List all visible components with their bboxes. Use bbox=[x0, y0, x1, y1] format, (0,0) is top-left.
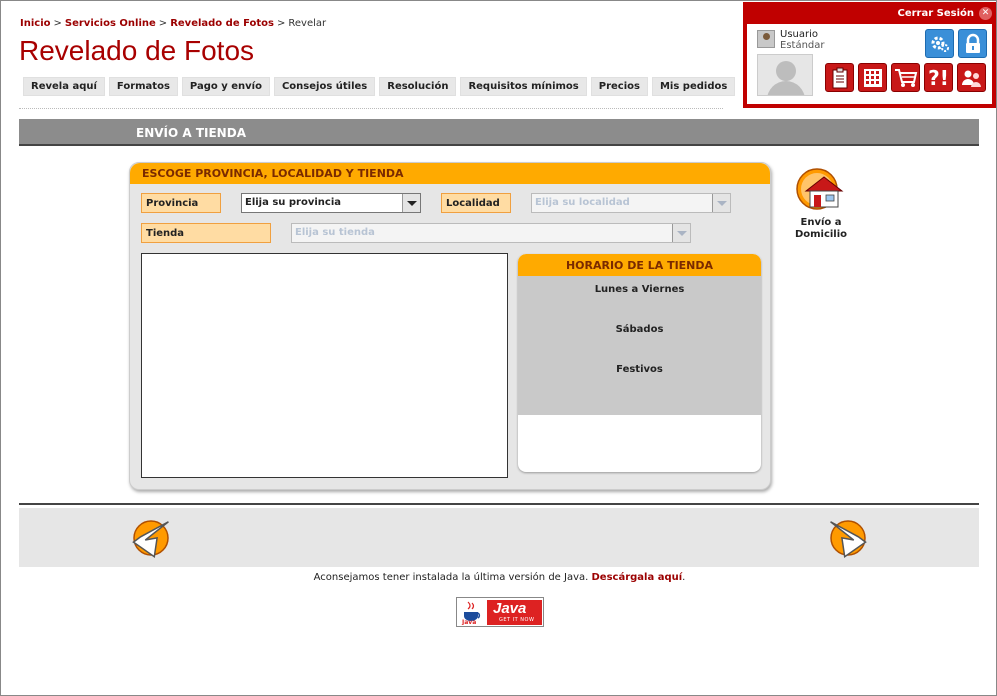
home-delivery-link[interactable]: Envío a Domicilio bbox=[791, 167, 851, 241]
page-title: Revelado de Fotos bbox=[19, 35, 255, 66]
home-delivery-line1: Envío a bbox=[800, 217, 842, 228]
lock-icon[interactable] bbox=[958, 29, 987, 58]
localidad-select[interactable]: Elija su localidad bbox=[531, 193, 731, 213]
provincia-select[interactable]: Elija su provincia bbox=[241, 193, 421, 213]
tab-revela-aqui[interactable]: Revela aquí bbox=[23, 77, 105, 96]
java-notice-text: Aconsejamos tener instalada la última ve… bbox=[313, 572, 589, 583]
java-download-link[interactable]: Descárgala aquí bbox=[592, 572, 683, 583]
close-icon[interactable]: ✕ bbox=[979, 7, 992, 20]
user-level: Estándar bbox=[780, 40, 825, 51]
java-cup-icon: Java bbox=[459, 600, 485, 626]
breadcrumb-separator: > bbox=[158, 18, 168, 29]
clipboard-icon[interactable] bbox=[825, 63, 854, 92]
tab-resolucion[interactable]: Resolución bbox=[379, 77, 457, 96]
provincia-select-value: Elija su provincia bbox=[245, 197, 342, 208]
provincia-label: Provincia bbox=[141, 193, 221, 213]
store-hours-panel: HORARIO DE LA TIENDA Lunes a Viernes Sáb… bbox=[518, 254, 761, 472]
forward-arrow-icon[interactable] bbox=[824, 517, 872, 559]
tienda-select-value: Elija su tienda bbox=[295, 227, 375, 238]
tab-precios[interactable]: Precios bbox=[590, 77, 648, 96]
divider bbox=[19, 108, 723, 109]
tab-requisitos[interactable]: Requisitos mínimos bbox=[460, 77, 587, 96]
breadcrumb-separator: > bbox=[53, 18, 62, 29]
java-badge-subtext: GET IT NOW bbox=[499, 617, 535, 623]
store-map-area[interactable] bbox=[141, 253, 508, 478]
svg-text:Java: Java bbox=[461, 619, 476, 625]
home-delivery-label: Envío a Domicilio bbox=[791, 217, 851, 241]
tab-pago-envio[interactable]: Pago y envío bbox=[181, 77, 270, 96]
section-title: ENVÍO A TIENDA bbox=[136, 126, 246, 140]
java-download-button[interactable]: Java Java GET IT NOW bbox=[456, 597, 544, 627]
avatar[interactable] bbox=[757, 54, 813, 96]
user-name: Usuario bbox=[780, 29, 819, 40]
breadcrumb-current: Revelar bbox=[288, 18, 327, 29]
localidad-label: Localidad bbox=[441, 193, 511, 213]
user-panel: Cerrar Sesión ✕ Usuario Estándar ?! bbox=[743, 2, 996, 108]
user-icon bbox=[757, 30, 775, 48]
back-arrow-icon[interactable] bbox=[127, 517, 175, 559]
store-selector-title: ESCOGE PROVINCIA, LOCALIDAD Y TIENDA bbox=[142, 167, 404, 180]
breadcrumb-photo-link[interactable]: Revelado de Fotos bbox=[170, 18, 274, 29]
home-delivery-line2: Domicilio bbox=[794, 229, 848, 240]
divider bbox=[19, 503, 979, 505]
breadcrumb: Inicio > Servicios Online > Revelado de Foto… bbox=[20, 18, 326, 29]
hours-weekdays: Lunes a Viernes bbox=[594, 284, 685, 295]
tienda-label: Tienda bbox=[141, 223, 271, 243]
hours-saturdays: Sábados bbox=[615, 324, 664, 335]
java-badge-text: Java bbox=[493, 600, 527, 617]
localidad-select-value: Elija su localidad bbox=[535, 197, 630, 208]
breadcrumb-home-link[interactable]: Inicio bbox=[20, 18, 51, 29]
store-selector-header: ESCOGE PROVINCIA, LOCALIDAD Y TIENDA bbox=[130, 163, 770, 184]
tab-formatos[interactable]: Formatos bbox=[108, 77, 178, 96]
settings-icon[interactable] bbox=[925, 29, 954, 58]
java-notice: Aconsejamos tener instalada la última ve… bbox=[313, 572, 686, 583]
store-hours-title: HORARIO DE LA TIENDA bbox=[518, 254, 761, 276]
chevron-down-icon[interactable] bbox=[402, 194, 420, 212]
users-icon[interactable] bbox=[957, 63, 986, 92]
tab-mis-pedidos[interactable]: Mis pedidos bbox=[651, 77, 736, 96]
chevron-down-icon[interactable] bbox=[712, 194, 730, 212]
tienda-select[interactable]: Elija su tienda bbox=[291, 223, 691, 243]
help-icon[interactable]: ?! bbox=[924, 63, 953, 92]
breadcrumb-separator: > bbox=[276, 18, 286, 29]
tab-bar: Revela aquí Formatos Pago y envío Consej… bbox=[23, 77, 736, 96]
house-icon bbox=[796, 168, 844, 210]
browser-window: Inicio > Servicios Online > Revelado de Foto… bbox=[0, 0, 997, 696]
store-hours-body: Lunes a Viernes Sábados Festivos bbox=[518, 276, 761, 415]
store-selector-panel: ESCOGE PROVINCIA, LOCALIDAD Y TIENDA Pro… bbox=[129, 162, 771, 490]
tab-consejos[interactable]: Consejos útiles bbox=[273, 77, 376, 96]
calculator-icon[interactable] bbox=[858, 63, 887, 92]
section-header: ENVÍO A TIENDA bbox=[19, 119, 979, 146]
breadcrumb-services-link[interactable]: Servicios Online bbox=[65, 18, 156, 29]
user-panel-header: Cerrar Sesión ✕ bbox=[743, 2, 996, 24]
hours-holidays: Festivos bbox=[616, 364, 663, 375]
cart-icon[interactable] bbox=[891, 63, 920, 92]
logout-button[interactable]: Cerrar Sesión bbox=[898, 8, 975, 19]
chevron-down-icon[interactable] bbox=[672, 224, 690, 242]
